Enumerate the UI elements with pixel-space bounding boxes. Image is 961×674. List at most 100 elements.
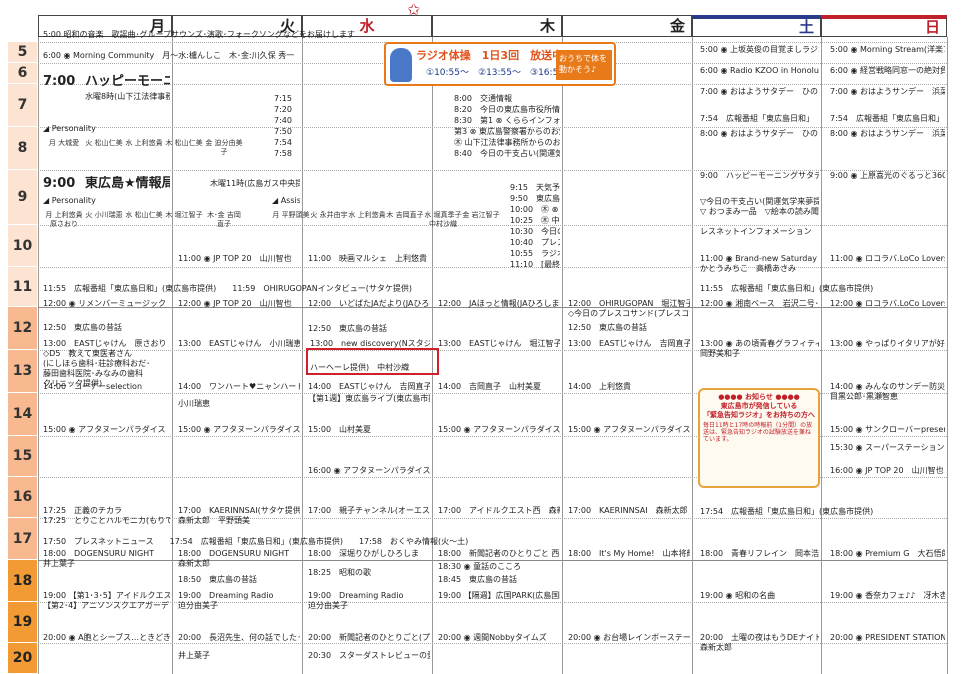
notice-box: ●●●● お知らせ ●●●● 東広島市が発信している 「緊急告知ラジオ」をお持ち… xyxy=(698,388,820,488)
program-entry: 7:50 協賛企業紹介 xyxy=(274,127,300,136)
program-entry: 10:30 今日の干支占い(㊍11:40～)(関運気学来夢提供) xyxy=(510,227,560,236)
program-entry: かとうみちこ 高橋あさみ xyxy=(700,264,796,273)
program-entry: 13:00 EASTじゃけん 吉岡直子 xyxy=(568,339,690,348)
program-entry: ◢ Assistant xyxy=(272,196,300,205)
program-entry: ◢ Personality xyxy=(43,196,96,205)
program-entry: 7:54 広報番組「東広島日和」 xyxy=(700,114,814,123)
program-entry: 7:54 広報番組「東広島日和」(東広島市提供) xyxy=(274,138,300,147)
program-entry: 13:00 ◉ あの頃青春グラフィティ xyxy=(700,339,819,348)
program-entry: 20:30 スターダストレビューの愛になるまで xyxy=(308,651,430,660)
program-entry: 18:25 昭和の歌 xyxy=(308,568,372,577)
hour-divider xyxy=(38,560,947,561)
program-entry: 18:30 ◉ 童話のこころ xyxy=(438,562,522,571)
hour-label-7: 7 xyxy=(8,84,37,127)
personality-name: 木 松山仁美 xyxy=(165,139,203,147)
column-divider xyxy=(172,37,173,674)
column-divider xyxy=(821,37,822,674)
program-entry: 15:00 ◉ アフタヌーンパラダイス xyxy=(568,425,690,434)
column-divider xyxy=(562,37,563,674)
hour-label-10: 10 xyxy=(8,225,37,267)
program-entry: 14:00 コーナーselection xyxy=(43,382,143,391)
program-entry: 19:00 ◉ 昭和の名曲 xyxy=(700,591,776,600)
program-entry: 16:00 ◉ アフタヌーンパラダイス xyxy=(308,466,430,475)
program-entry: 11:10 [最終金]プロの情報はここが違う(ぼけっと提供) xyxy=(510,260,560,269)
program-entry: 15:00 ◉ アフタヌーンパラダイス xyxy=(178,425,300,434)
program-entry: 18:00 DOGENSURU NIGHT xyxy=(43,549,155,558)
program-entry: 12:00 JAほっと情報(JAひろしま提供) 吉岡直子 xyxy=(438,299,560,308)
program-entry: 10:25 ㊍ 中古車情報(サンコーオート提供) xyxy=(510,216,560,225)
radio-exercise-banner: ラジオ体操 1日3回 放送中!! ①10:55～ ②13:55～ ③16:55～… xyxy=(384,42,616,86)
program-entry: ハッピーモーニング東広島 xyxy=(85,74,170,89)
program-entry: 20:00 ◉ 週間Nobbyタイムズ xyxy=(438,633,547,642)
banner-times: ①10:55～ ②13:55～ ③16:55～ xyxy=(426,68,574,78)
program-entry: 18:00 DOGENSURU NIGHT xyxy=(178,549,290,558)
personality-name: 木 堀江智子 xyxy=(165,211,203,219)
program-entry: 18:00 青春リフレイン 岡本浩二郎 xyxy=(700,549,819,558)
program-entry: 12:00 ◉ 湘南ベース 岩沢二号･わたなべヨシコ xyxy=(700,299,819,308)
program-entry: 17:00 KAERINNSAI(サタケ提供) xyxy=(178,506,300,515)
program-entry: 7:54 広報番組「東広島日和」 xyxy=(830,114,944,123)
program-entry: 8:30 第1 ⊗ くららインフォメーション xyxy=(454,116,560,125)
day-header-6: 日 xyxy=(821,15,947,37)
program-entry: 18:50 東広島の昔話 xyxy=(178,575,258,584)
program-entry: 8:00 ◉ おはようサタデー ひのきしんじ･本間千代子 xyxy=(700,129,819,138)
program-entry: 迫分由美子 xyxy=(308,601,348,610)
program-entry: 8:20 今日の東広島市役所情報クラブ xyxy=(454,105,560,114)
program-entry: 10:40 プレスネットニュース xyxy=(510,238,560,247)
program-entry: 17:00 親子チャンネル(オーエス総合教育センター提供) 永井由宇 xyxy=(308,506,430,515)
program-entry: 15:30 ◉ スーパーステーション!～井上喜己のprecious ment xyxy=(830,443,945,452)
banner-tag: おうちで体を動かそう♪ xyxy=(556,50,612,80)
program-entry: 東広島★情報局 xyxy=(85,176,170,191)
program-entry: 19:00 ◉ 香奈カフェ♪♪ 冴木杏奈 xyxy=(830,591,945,600)
program-entry: 15:00 ◉ アフタヌーンパラダイス xyxy=(438,425,560,434)
timetable: 月火水木金土日 ✩ 5 6 7 8 9 10 11 12 13 14 15 16 17 18 19 20 5:… xyxy=(8,1,948,674)
program-entry: 12:00 ◉ リメンバーミュージック xyxy=(43,299,166,308)
personality-name: 火 松山仁美 xyxy=(85,139,123,147)
program-entry: 20:00 ◉ A胞とシーブス…ときどき、蓮田友紀子 xyxy=(43,633,170,642)
program-entry: 13:00 EASTじゃけん 原さおり xyxy=(43,339,167,348)
program-entry: 6:00 ◉ Morning Community 月～水:櫨んしこ 木･金:川久… xyxy=(43,51,295,60)
program-entry: 17:00 アイドルクエスト西 森新太郎 xyxy=(438,506,560,515)
hour-divider xyxy=(38,518,947,519)
program-entry: 岡野美和子 xyxy=(700,349,740,358)
program-entry: 7:20 ◉ Jimo通勤&おはようソング xyxy=(274,105,300,114)
program-entry: 7:00 ◉ おはようサンデー 浜菜みやこ xyxy=(830,87,945,96)
exercise-man-icon xyxy=(390,48,412,82)
program-entry: 【第1週】東広島ライブ(東広島市提供) xyxy=(308,394,430,403)
program-entry: 9:00 ◉ 上原喜光のぐるっと360度 上原喜光 xyxy=(830,171,945,180)
program-entry: 目黒公郎･黒瀬智恵 xyxy=(830,392,898,401)
personality-name: 水 上利悠貴 xyxy=(125,139,163,147)
star-icon: ✩ xyxy=(407,0,421,19)
program-entry: 20:00 新聞記者のひとりごと(プレスネット提供) xyxy=(308,633,430,642)
program-entry: 15:00 ◉ アフタヌーンパラダイス xyxy=(43,425,166,434)
column-divider xyxy=(38,37,39,674)
program-entry: ◇D5 教えて東医者さん xyxy=(43,349,133,358)
program-entry: 10:55 ラジオ体操 xyxy=(510,249,560,258)
personality-name: 金 迫分由美子 xyxy=(205,139,243,156)
program-entry: レスネットインフォメーション xyxy=(700,227,812,236)
program-entry: 19:00 Dreaming Radio xyxy=(308,591,404,600)
program-entry: 6:00 ◉ Radio KZOO in Honolulu xyxy=(700,66,819,75)
program-entry: 18:00 新聞記者のひとりごと 西 xyxy=(438,549,560,558)
program-entry: 7:15 交通情報 天気予報 xyxy=(274,94,300,103)
program-entry: 15:00 山村美夏 xyxy=(308,425,372,434)
hour-divider xyxy=(38,602,947,603)
day-header-5: 土 xyxy=(692,15,821,37)
notice-title: ●●●● お知らせ ●●●● 東広島市が発信している 「緊急告知ラジオ」をお持ち… xyxy=(703,393,815,419)
program-entry: 20:00 ◉ PRESIDENT STATION 金子一也 xyxy=(830,633,945,642)
program-entry: 8:00 交通情報 xyxy=(454,94,512,103)
program-entry: 11:55 広報番組「東広島日和」(東広島市提供) 11:59 OHIRUGOP… xyxy=(43,284,412,293)
program-entry: 20:00 土曜の夜はもうDEナイト! xyxy=(700,633,819,642)
program-entry: 12:00 いどばたJAだより(JAひろしま提供) 吉岡直子 xyxy=(308,299,430,308)
hour-label-6: 6 xyxy=(8,63,37,84)
program-entry: 迫分由美子 xyxy=(178,601,218,610)
hour-label-12: 12 xyxy=(8,307,37,350)
personality-name: 火 小川瑞恵 xyxy=(85,211,123,219)
day-header-4: 金 xyxy=(562,15,692,37)
hour-label-8: 8 xyxy=(8,127,37,170)
program-entry: ◇今日のプレスコサンド(プレスコサンド提供) xyxy=(568,309,690,318)
program-entry: 11:00 ◉ Brand-new Saturday xyxy=(700,254,817,263)
program-entry: 12:00 ◉ ロコラバ.LoCo Lovers-川久保 秀一横田香樺 xyxy=(830,299,945,308)
personality-name: 木 吉岡直子 xyxy=(386,211,424,219)
program-entry: ㊍ 山下江法律事務所からのお知らせ xyxy=(454,138,560,147)
